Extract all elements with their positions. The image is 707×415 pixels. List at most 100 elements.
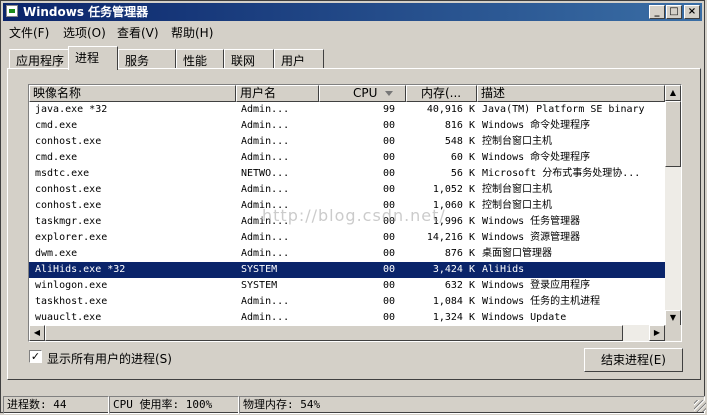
- status-bar: 进程数: 44 CPU 使用率: 100% 物理内存: 54%: [1, 394, 707, 414]
- show-all-users-checkbox[interactable]: ✓: [29, 350, 42, 363]
- sort-descending-icon: [385, 91, 394, 96]
- row-user-name: Admin...: [241, 184, 290, 195]
- row-memory: 56 K: [450, 168, 475, 179]
- column-image-name[interactable]: 映像名称: [29, 85, 236, 102]
- row-user-name: Admin...: [241, 232, 290, 243]
- row-memory: 40,916 K: [426, 104, 475, 115]
- row-memory: 816 K: [444, 120, 475, 131]
- row-description: Windows 命令处理程序: [482, 152, 591, 163]
- menu-options[interactable]: 选项(O): [63, 24, 106, 41]
- row-image-name: taskhost.exe: [35, 296, 108, 307]
- row-description: 控制台窗口主机: [482, 136, 552, 147]
- row-description: 控制台窗口主机: [482, 200, 552, 211]
- table-row[interactable]: cmd.exe Admin... 00 816 K Windows 命令处理程序: [29, 118, 665, 134]
- row-cpu: 00: [382, 152, 395, 163]
- table-row[interactable]: conhost.exe Admin... 00 548 K 控制台窗口主机: [29, 134, 665, 150]
- table-row[interactable]: taskhost.exe Admin... 00 1,084 K Windows 任务的…: [29, 294, 665, 310]
- row-image-name: winlogon.exe: [35, 280, 108, 291]
- scroll-left-arrow-icon[interactable]: ◀: [29, 325, 45, 341]
- window-title: Windows 任务管理器: [23, 5, 149, 19]
- menu-help[interactable]: 帮助(H): [171, 24, 213, 41]
- row-cpu: 00: [382, 184, 395, 195]
- title-bar[interactable]: Windows 任务管理器 _ □ ×: [3, 3, 702, 21]
- horizontal-scroll-thumb[interactable]: [45, 325, 623, 341]
- row-user-name: Admin...: [241, 152, 290, 163]
- table-row[interactable]: cmd.exe Admin... 00 60 K Windows 命令处理程序: [29, 150, 665, 166]
- scroll-right-arrow-icon[interactable]: ▶: [649, 325, 665, 341]
- row-image-name: cmd.exe: [35, 120, 78, 131]
- table-row[interactable]: msdtc.exe NETWO... 00 56 K Microsoft 分布式事务处理…: [29, 166, 665, 182]
- minimize-button[interactable]: _: [649, 5, 665, 19]
- column-memory[interactable]: 内存(...: [406, 85, 477, 102]
- status-physical-memory: 物理内存: 54%: [239, 396, 705, 414]
- table-row[interactable]: conhost.exe Admin... 00 1,052 K 控制台窗口主机: [29, 182, 665, 198]
- tab-networking[interactable]: 联网: [224, 49, 274, 69]
- table-row[interactable]: wuauclt.exe Admin... 00 1,324 K Windows Upda…: [29, 310, 665, 326]
- tab-applications[interactable]: 应用程序: [9, 49, 69, 69]
- process-list[interactable]: 映像名称 用户名 CPU 内存(... 描述 java.exe *32 Admin…: [28, 84, 682, 342]
- row-description: Windows 登录应用程序: [482, 280, 591, 291]
- scroll-down-arrow-icon[interactable]: ▼: [665, 310, 681, 326]
- tab-performance[interactable]: 性能: [176, 49, 224, 69]
- row-description: 桌面窗口管理器: [482, 248, 552, 259]
- row-cpu: 00: [382, 168, 395, 179]
- table-row[interactable]: conhost.exe Admin... 00 1,060 K 控制台窗口主机: [29, 198, 665, 214]
- row-user-name: Admin...: [241, 216, 290, 227]
- tab-processes[interactable]: 进程: [68, 46, 118, 70]
- show-all-users-label[interactable]: 显示所有用户的进程(S): [47, 350, 172, 367]
- row-image-name: conhost.exe: [35, 136, 102, 147]
- row-image-name: java.exe *32: [35, 104, 108, 115]
- row-memory: 3,424 K: [432, 264, 475, 275]
- tab-users[interactable]: 用户: [274, 49, 324, 69]
- row-description: Microsoft 分布式事务处理协...: [482, 168, 641, 179]
- row-cpu: 00: [382, 280, 395, 291]
- column-label: 描述: [481, 86, 506, 100]
- maximize-button[interactable]: □: [666, 5, 682, 19]
- scroll-up-arrow-icon[interactable]: ▲: [665, 85, 681, 101]
- row-user-name: Admin...: [241, 200, 290, 211]
- row-user-name: NETWO...: [241, 168, 290, 179]
- menu-view[interactable]: 查看(V): [117, 24, 159, 41]
- row-image-name: taskmgr.exe: [35, 216, 102, 227]
- end-process-button[interactable]: 结束进程(E): [584, 348, 683, 372]
- row-description: AliHids: [482, 264, 525, 275]
- close-button[interactable]: ×: [684, 5, 700, 19]
- row-image-name: dwm.exe: [35, 248, 78, 259]
- row-description: Windows 资源管理器: [482, 232, 581, 243]
- row-image-name: wuauclt.exe: [35, 312, 102, 323]
- column-description[interactable]: 描述: [477, 85, 665, 102]
- resize-grip-icon[interactable]: [694, 400, 706, 412]
- column-label: 映像名称: [33, 86, 82, 100]
- table-row[interactable]: winlogon.exe SYSTEM 00 632 K Windows 登录应用程序: [29, 278, 665, 294]
- table-row[interactable]: AliHids.exe *32 SYSTEM 00 3,424 K AliHids: [29, 262, 665, 278]
- vertical-scrollbar[interactable]: ▲ ▼: [665, 85, 681, 326]
- status-cpu-usage: CPU 使用率: 100%: [109, 396, 239, 414]
- row-image-name: cmd.exe: [35, 152, 78, 163]
- horizontal-scrollbar[interactable]: ◀ ▶: [29, 325, 665, 341]
- column-cpu[interactable]: CPU: [319, 85, 406, 102]
- table-row[interactable]: explorer.exe Admin... 00 14,216 K Windows 资源…: [29, 230, 665, 246]
- row-image-name: conhost.exe: [35, 200, 102, 211]
- table-row[interactable]: taskmgr.exe Admin... 00 1,996 K Windows 任务管理…: [29, 214, 665, 230]
- scrollbar-corner: [665, 325, 681, 341]
- row-image-name: explorer.exe: [35, 232, 108, 243]
- row-user-name: SYSTEM: [241, 264, 278, 275]
- row-memory: 1,996 K: [432, 216, 475, 227]
- list-header: 映像名称 用户名 CPU 内存(... 描述: [29, 85, 681, 102]
- row-memory: 1,084 K: [432, 296, 475, 307]
- row-user-name: Admin...: [241, 248, 290, 259]
- row-cpu: 00: [382, 216, 395, 227]
- row-memory: 14,216 K: [426, 232, 475, 243]
- row-user-name: Admin...: [241, 120, 290, 131]
- row-memory: 1,324 K: [432, 312, 475, 323]
- row-memory: 632 K: [444, 280, 475, 291]
- vertical-scroll-thumb[interactable]: [665, 101, 681, 167]
- tab-services[interactable]: 服务: [118, 49, 176, 69]
- row-image-name: msdtc.exe: [35, 168, 90, 179]
- table-row[interactable]: dwm.exe Admin... 00 876 K 桌面窗口管理器: [29, 246, 665, 262]
- column-user-name[interactable]: 用户名: [236, 85, 319, 102]
- row-cpu: 00: [382, 312, 395, 323]
- row-cpu: 00: [382, 296, 395, 307]
- table-row[interactable]: java.exe *32 Admin... 99 40,916 K Java(TM) P…: [29, 102, 665, 118]
- menu-file[interactable]: 文件(F): [9, 24, 49, 41]
